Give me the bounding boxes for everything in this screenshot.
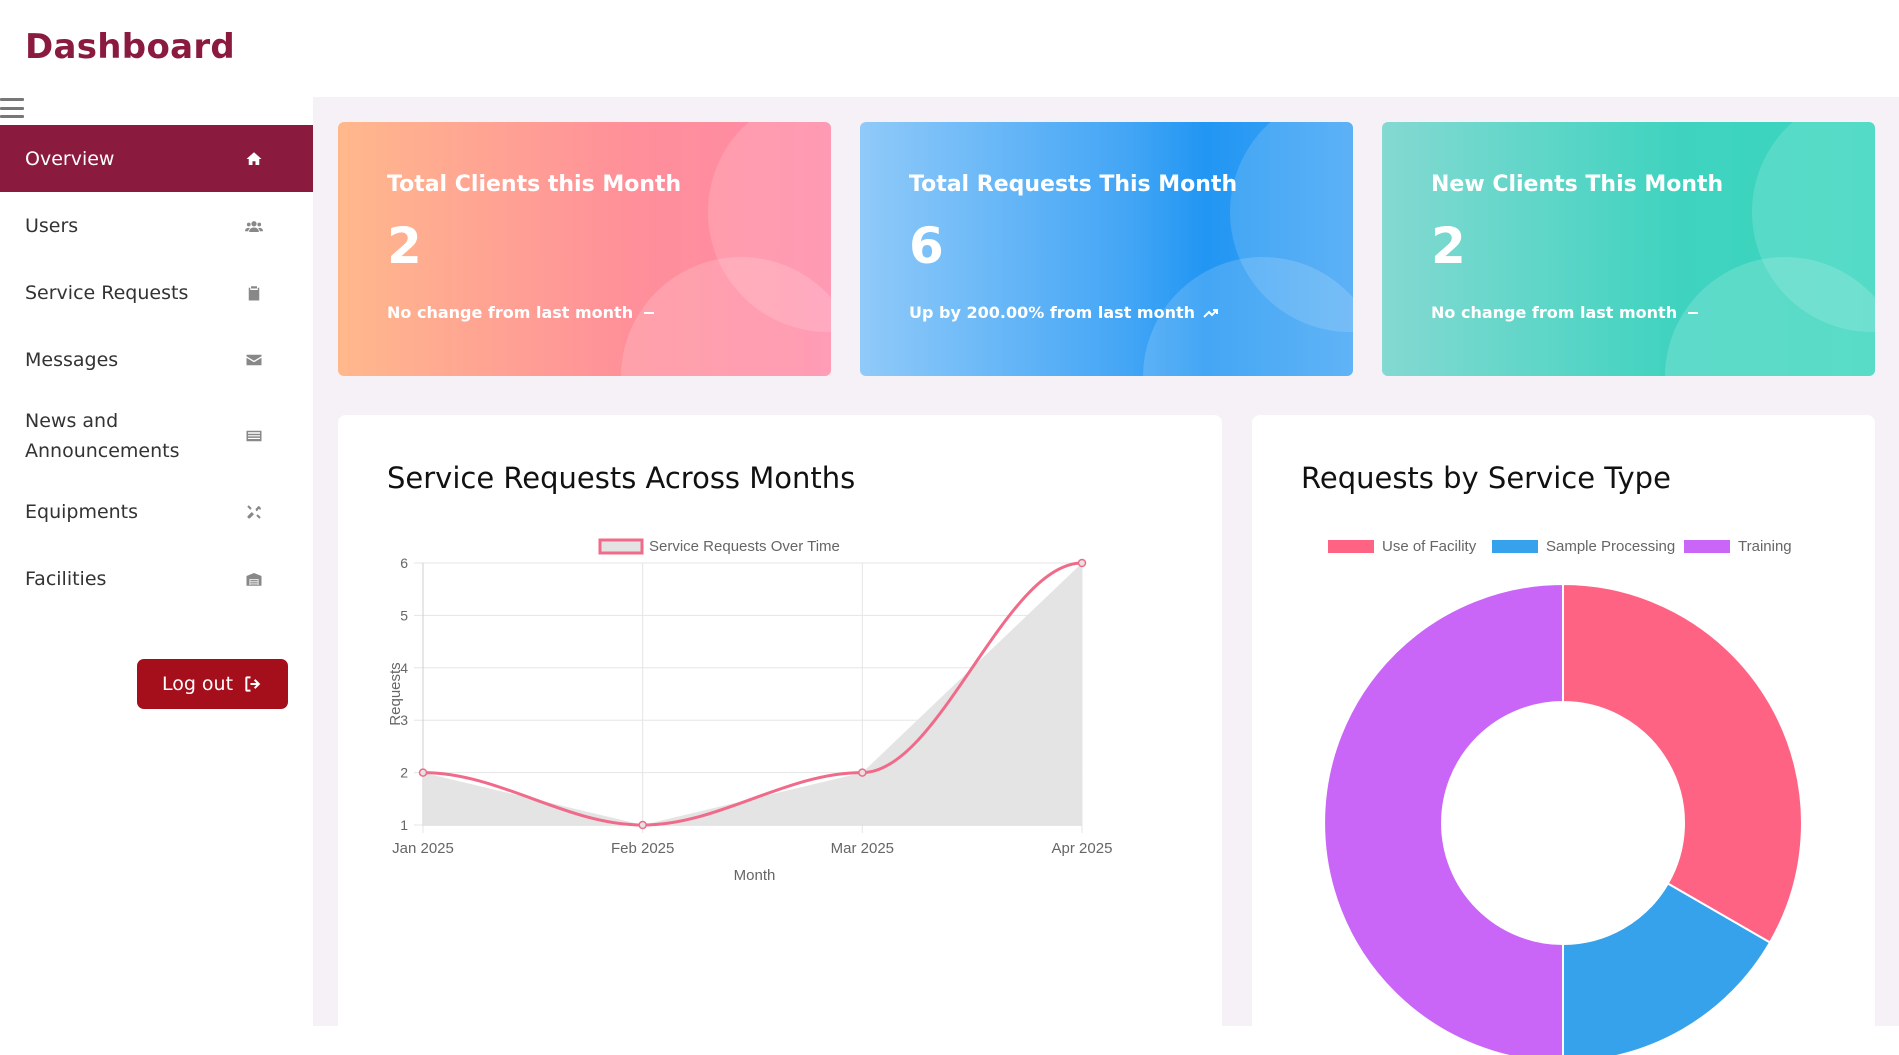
users-icon: [245, 217, 263, 235]
home-icon: [245, 150, 263, 168]
sidebar-item-label: Users: [25, 215, 78, 237]
sidebar: Overview Users Service Requests Messages…: [0, 97, 313, 1026]
legend-swatch: [1328, 540, 1374, 553]
donut-chart-title: Requests by Service Type: [1301, 461, 1671, 495]
card-title: Total Requests This Month: [909, 172, 1237, 197]
trending-up-icon: [1203, 305, 1219, 321]
stat-card-new-clients: New Clients This Month 2 No change from …: [1382, 122, 1875, 376]
donut-chart-panel: Requests by Service Type Use of Facility…: [1252, 415, 1875, 1055]
data-point: [1079, 560, 1086, 567]
sidebar-item-label: Messages: [25, 349, 118, 371]
line-chart-panel: Service Requests Across Months Service R…: [338, 415, 1222, 1055]
data-point: [859, 769, 866, 776]
envelope-icon: [245, 351, 263, 369]
legend-swatch: [1492, 540, 1538, 553]
card-subtitle: No change from last month: [1431, 303, 1701, 322]
logout-button[interactable]: Log out: [137, 659, 288, 709]
y-tick-label: 6: [400, 555, 408, 571]
legend-label: Sample Processing: [1546, 538, 1675, 555]
dash-icon: [1685, 305, 1701, 321]
hamburger-menu-icon[interactable]: [0, 97, 24, 119]
line-chart-title: Service Requests Across Months: [387, 461, 855, 495]
sidebar-item-label: Overview: [25, 148, 114, 170]
stat-card-total-clients: Total Clients this Month 2 No change fro…: [338, 122, 831, 376]
legend-label: Use of Facility: [1382, 538, 1477, 555]
page-title: Dashboard: [25, 27, 235, 67]
sidebar-item-label: Facilities: [25, 568, 106, 590]
line-chart: Service Requests Over Time123456Jan 2025…: [338, 495, 1222, 1055]
x-tick-label: Jan 2025: [392, 840, 454, 857]
series-area: [423, 563, 1082, 825]
dash-icon: [641, 305, 657, 321]
data-point: [420, 769, 427, 776]
main-content: Total Clients this Month 2 No change fro…: [313, 97, 1899, 1026]
donut-slice-use-of-facility: [1563, 584, 1802, 943]
legend-label: Training: [1738, 538, 1792, 555]
top-bar: Dashboard: [0, 0, 1899, 97]
sidebar-item-facilities[interactable]: Facilities: [0, 545, 313, 612]
sidebar-item-news-and-announcements[interactable]: News and Announcements: [0, 393, 313, 478]
card-value: 2: [387, 217, 422, 275]
sidebar-item-label: News and Announcements: [25, 406, 195, 466]
sidebar-item-overview[interactable]: Overview: [0, 125, 313, 192]
legend-swatch: [1684, 540, 1730, 553]
y-tick-label: 2: [400, 765, 408, 781]
legend-label: Service Requests Over Time: [649, 538, 840, 555]
sidebar-item-users[interactable]: Users: [0, 192, 313, 259]
donut-chart: Use of Facility Sample Processing Training: [1252, 495, 1875, 1055]
sidebar-nav: Overview Users Service Requests Messages…: [0, 125, 313, 612]
logout-label: Log out: [162, 673, 233, 695]
y-tick-label: 1: [400, 817, 408, 833]
card-value: 2: [1431, 217, 1466, 275]
sidebar-item-messages[interactable]: Messages: [0, 326, 313, 393]
sidebar-item-label: Equipments: [25, 501, 138, 523]
y-tick-label: 5: [400, 607, 408, 623]
y-axis-label: Requests: [387, 662, 404, 725]
tools-icon: [245, 503, 263, 521]
legend-swatch: [600, 540, 642, 553]
card-sub-text: Up by 200.00% from last month: [909, 303, 1195, 322]
donut-slice-training: [1324, 584, 1563, 1055]
sign-out-icon: [243, 674, 263, 694]
x-axis-label: Month: [734, 867, 776, 884]
stat-card-total-requests: Total Requests This Month 6 Up by 200.00…: [860, 122, 1353, 376]
sidebar-item-service-requests[interactable]: Service Requests: [0, 259, 313, 326]
card-sub-text: No change from last month: [1431, 303, 1677, 322]
data-point: [639, 822, 646, 829]
clipboard-icon: [245, 284, 263, 302]
sidebar-item-label: Service Requests: [25, 282, 188, 304]
card-title: Total Clients this Month: [387, 172, 681, 197]
card-sub-text: No change from last month: [387, 303, 633, 322]
card-value: 6: [909, 217, 944, 275]
card-subtitle: Up by 200.00% from last month: [909, 303, 1219, 322]
sidebar-item-equipments[interactable]: Equipments: [0, 478, 313, 545]
newspaper-icon: [245, 427, 263, 445]
x-tick-label: Apr 2025: [1052, 840, 1113, 857]
card-title: New Clients This Month: [1431, 172, 1723, 197]
card-subtitle: No change from last month: [387, 303, 657, 322]
x-tick-label: Feb 2025: [611, 840, 674, 857]
x-tick-label: Mar 2025: [831, 840, 894, 857]
warehouse-icon: [245, 570, 263, 588]
